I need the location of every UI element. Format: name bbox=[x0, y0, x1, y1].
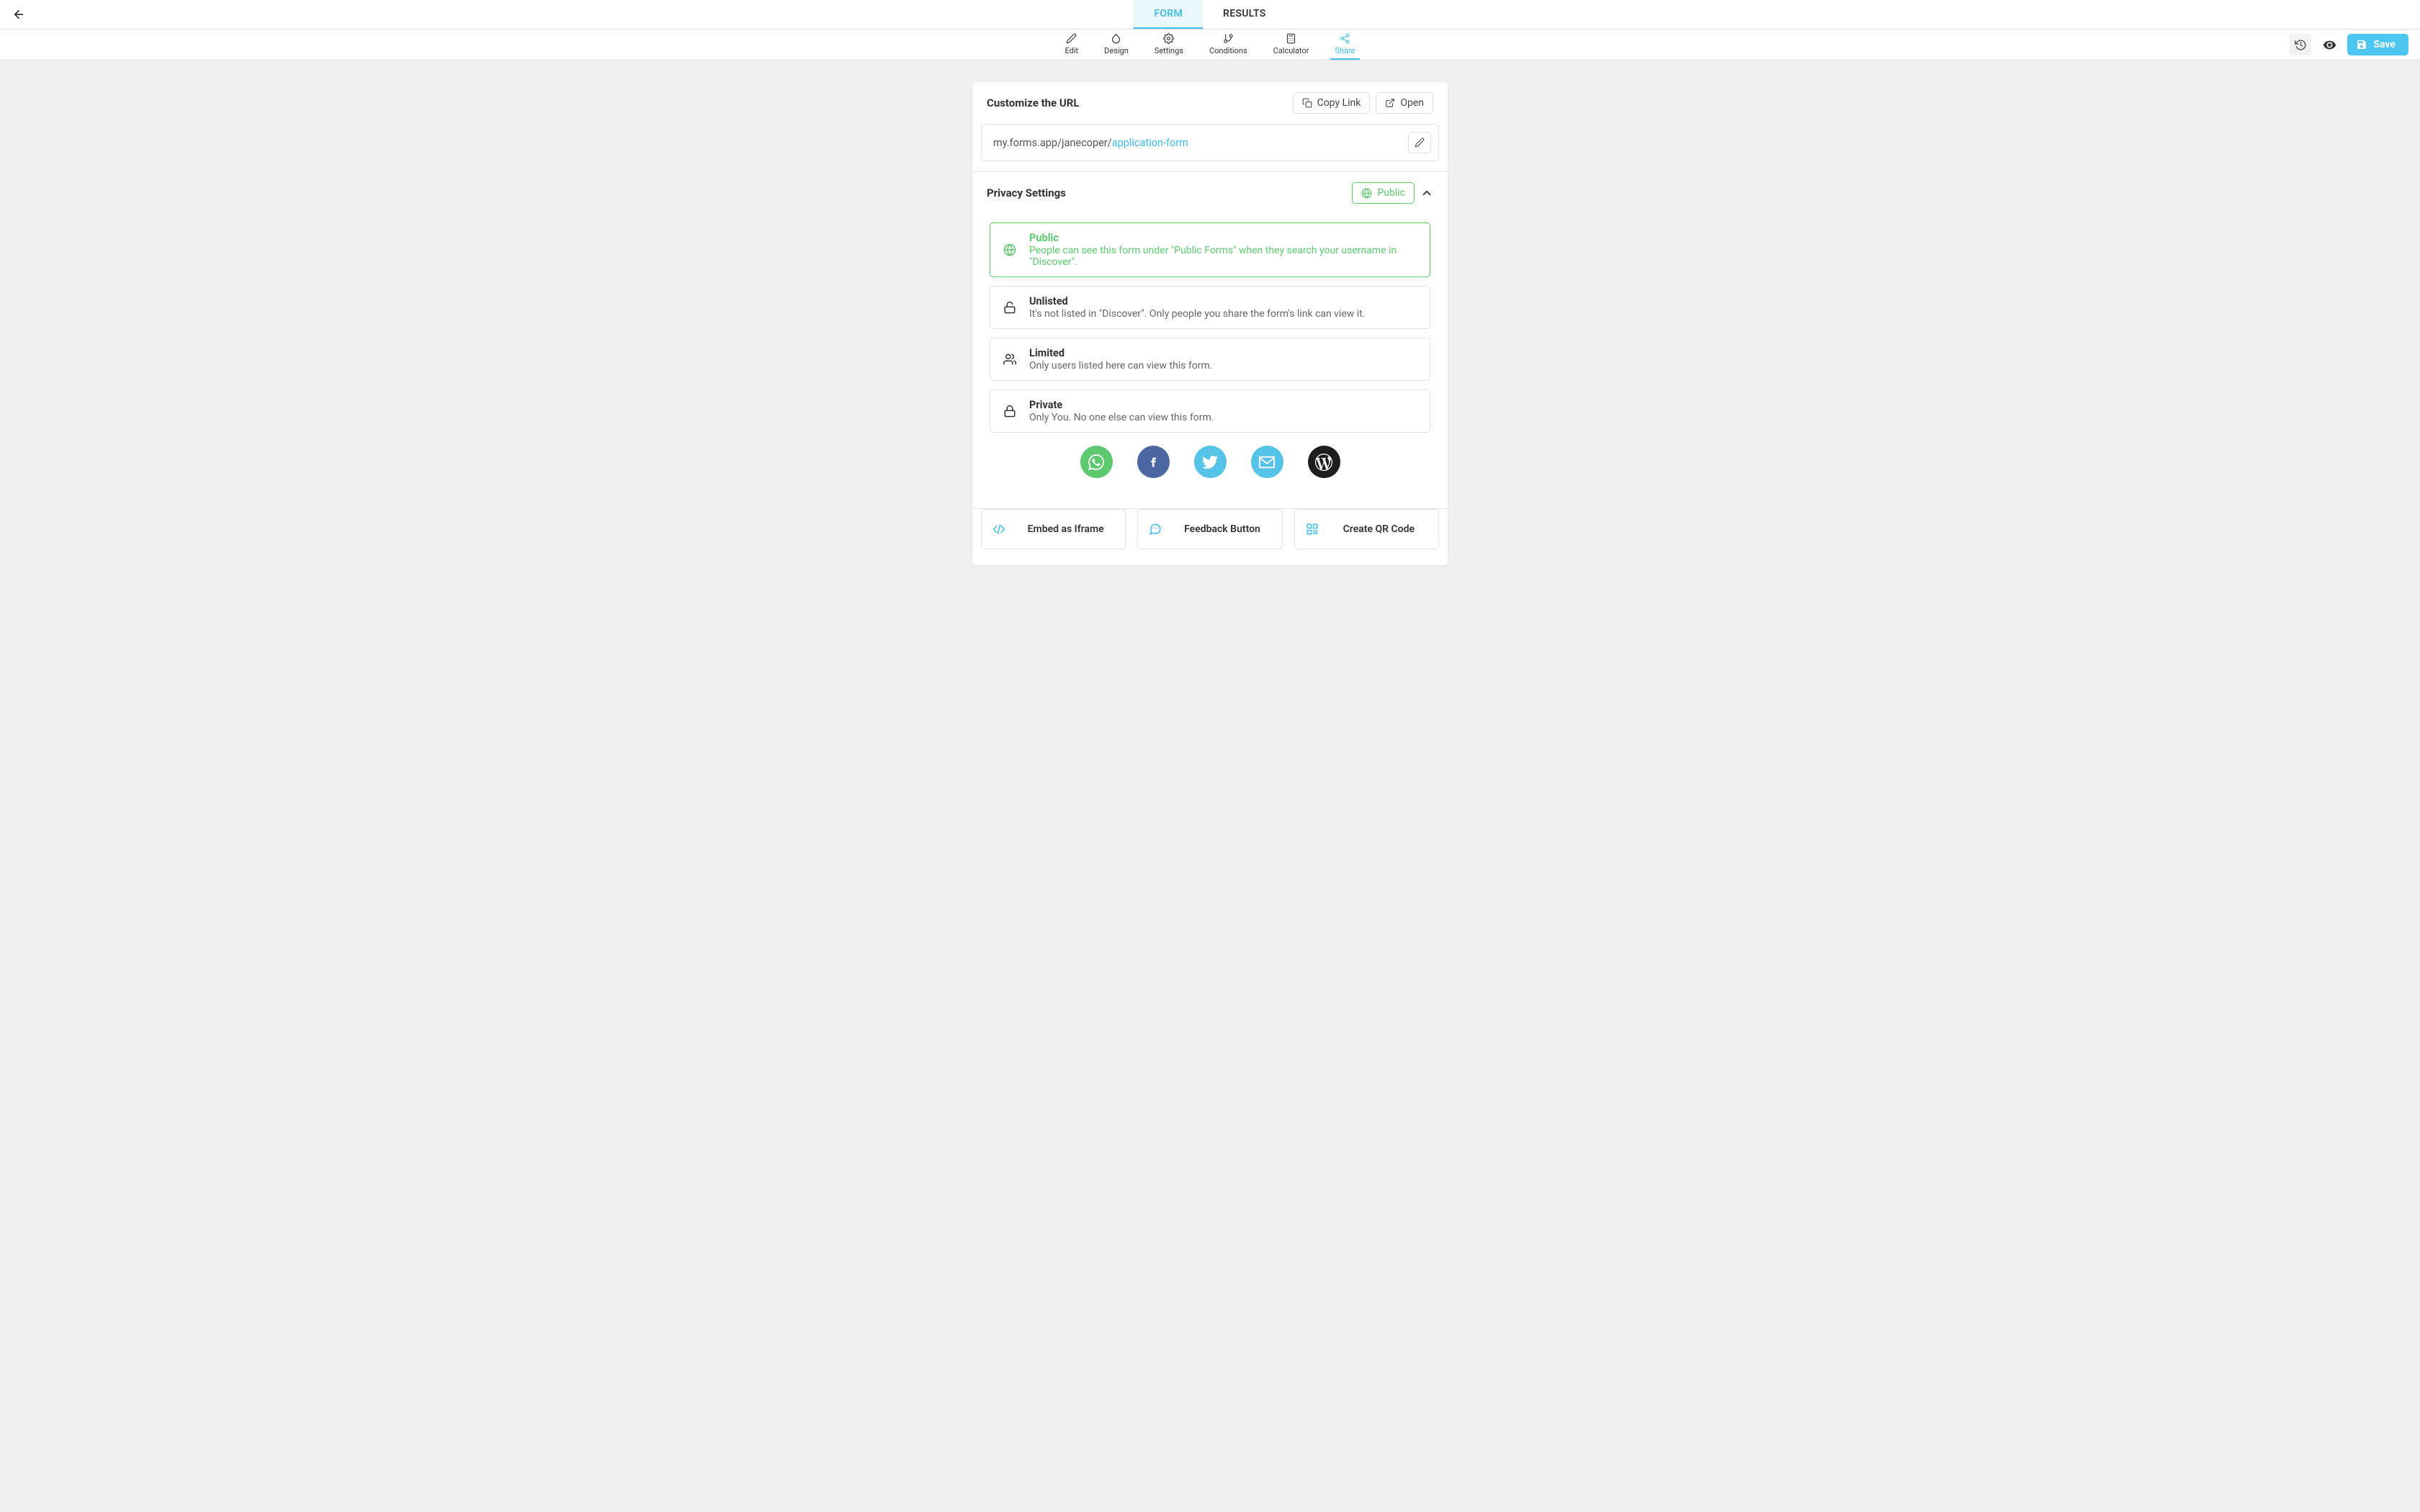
share-facebook-button[interactable] bbox=[1137, 446, 1170, 478]
pencil-icon bbox=[1066, 33, 1077, 45]
privacy-option-desc: Only users listed here can view this for… bbox=[1029, 360, 1418, 372]
privacy-option-unlisted[interactable]: Unlisted It's not listed in "Discover". … bbox=[990, 286, 1430, 329]
privacy-option-title: Private bbox=[1029, 399, 1418, 411]
chevron-up-icon[interactable] bbox=[1420, 186, 1433, 199]
privacy-option-title: Unlisted bbox=[1029, 295, 1418, 307]
history-button[interactable] bbox=[2290, 34, 2311, 55]
tool-design[interactable]: Design bbox=[1100, 30, 1133, 60]
tool-edit[interactable]: Edit bbox=[1061, 30, 1083, 60]
share-wordpress-button[interactable] bbox=[1308, 446, 1340, 478]
drop-icon bbox=[1111, 33, 1122, 45]
copy-link-button[interactable]: Copy Link bbox=[1293, 92, 1371, 114]
privacy-badge-label: Public bbox=[1377, 187, 1405, 199]
globe-icon bbox=[1361, 188, 1372, 199]
back-button[interactable] bbox=[9, 4, 29, 24]
url-base: my.forms.app/janecoper/ bbox=[993, 137, 1112, 149]
twitter-icon bbox=[1202, 454, 1218, 470]
wordpress-icon bbox=[1315, 454, 1332, 471]
tool-share-label: Share bbox=[1335, 46, 1355, 55]
eye-icon bbox=[2323, 38, 2336, 52]
privacy-option-desc: It's not listed in "Discover". Only peop… bbox=[1029, 308, 1418, 320]
privacy-option-desc: Only You. No one else can view this form… bbox=[1029, 412, 1418, 423]
pencil-icon bbox=[1415, 138, 1425, 148]
open-link-label: Open bbox=[1400, 97, 1424, 109]
privacy-option-private[interactable]: Private Only You. No one else can view t… bbox=[990, 390, 1430, 433]
branch-icon bbox=[1222, 33, 1234, 45]
copy-icon bbox=[1302, 98, 1312, 108]
privacy-option-public[interactable]: Public People can see this form under "P… bbox=[990, 222, 1430, 277]
privacy-option-title: Public bbox=[1029, 232, 1418, 244]
edit-url-button[interactable] bbox=[1408, 132, 1431, 153]
tool-share[interactable]: Share bbox=[1330, 30, 1359, 60]
privacy-section-title: Privacy Settings bbox=[987, 186, 1066, 199]
qr-label: Create QR Code bbox=[1330, 523, 1428, 535]
users-icon bbox=[1002, 353, 1018, 366]
envelope-icon bbox=[1259, 454, 1275, 470]
privacy-option-limited[interactable]: Limited Only users listed here can view … bbox=[990, 338, 1430, 381]
facebook-icon bbox=[1149, 454, 1158, 470]
feedback-label: Feedback Button bbox=[1173, 523, 1271, 535]
url-section-title: Customize the URL bbox=[987, 96, 1080, 109]
qr-icon bbox=[1305, 523, 1319, 536]
tool-settings[interactable]: Settings bbox=[1150, 30, 1188, 60]
embed-iframe-label: Embed as Iframe bbox=[1016, 523, 1115, 535]
tool-calculator-label: Calculator bbox=[1273, 46, 1309, 55]
share-icon bbox=[1339, 33, 1350, 45]
preview-button[interactable] bbox=[2318, 34, 2340, 55]
lock-icon bbox=[1002, 405, 1018, 418]
external-link-icon bbox=[1385, 98, 1395, 108]
feedback-button-card[interactable]: Feedback Button bbox=[1137, 509, 1282, 549]
share-twitter-button[interactable] bbox=[1194, 446, 1227, 478]
tool-conditions[interactable]: Conditions bbox=[1205, 30, 1252, 60]
whatsapp-icon bbox=[1088, 454, 1104, 470]
url-display: my.forms.app/janecoper/application-form bbox=[981, 124, 1439, 161]
privacy-badge[interactable]: Public bbox=[1352, 182, 1415, 204]
copy-link-label: Copy Link bbox=[1317, 97, 1361, 109]
url-slug: application-form bbox=[1112, 137, 1188, 149]
gear-icon bbox=[1163, 33, 1175, 45]
history-icon bbox=[2295, 39, 2307, 51]
save-button-label: Save bbox=[2373, 39, 2396, 50]
tool-edit-label: Edit bbox=[1065, 46, 1079, 55]
unlock-icon bbox=[1002, 301, 1018, 314]
share-whatsapp-button[interactable] bbox=[1080, 446, 1113, 478]
tool-calculator[interactable]: Calculator bbox=[1269, 30, 1314, 60]
tab-results[interactable]: RESULTS bbox=[1203, 0, 1286, 29]
tool-settings-label: Settings bbox=[1155, 46, 1183, 55]
share-email-button[interactable] bbox=[1251, 446, 1283, 478]
privacy-option-title: Limited bbox=[1029, 347, 1418, 359]
tool-design-label: Design bbox=[1104, 46, 1129, 55]
open-link-button[interactable]: Open bbox=[1376, 92, 1433, 114]
privacy-option-desc: People can see this form under "Public F… bbox=[1029, 245, 1418, 268]
arrow-left-icon bbox=[12, 8, 25, 21]
chat-icon bbox=[1148, 523, 1162, 536]
tool-conditions-label: Conditions bbox=[1209, 46, 1247, 55]
tab-form[interactable]: FORM bbox=[1134, 0, 1203, 29]
qr-code-button[interactable]: Create QR Code bbox=[1294, 509, 1439, 549]
code-icon bbox=[992, 523, 1006, 536]
save-icon bbox=[2356, 39, 2367, 50]
save-button[interactable]: Save bbox=[2347, 34, 2408, 55]
embed-iframe-button[interactable]: Embed as Iframe bbox=[981, 509, 1126, 549]
globe-icon bbox=[1002, 243, 1018, 256]
calculator-icon bbox=[1286, 33, 1297, 45]
